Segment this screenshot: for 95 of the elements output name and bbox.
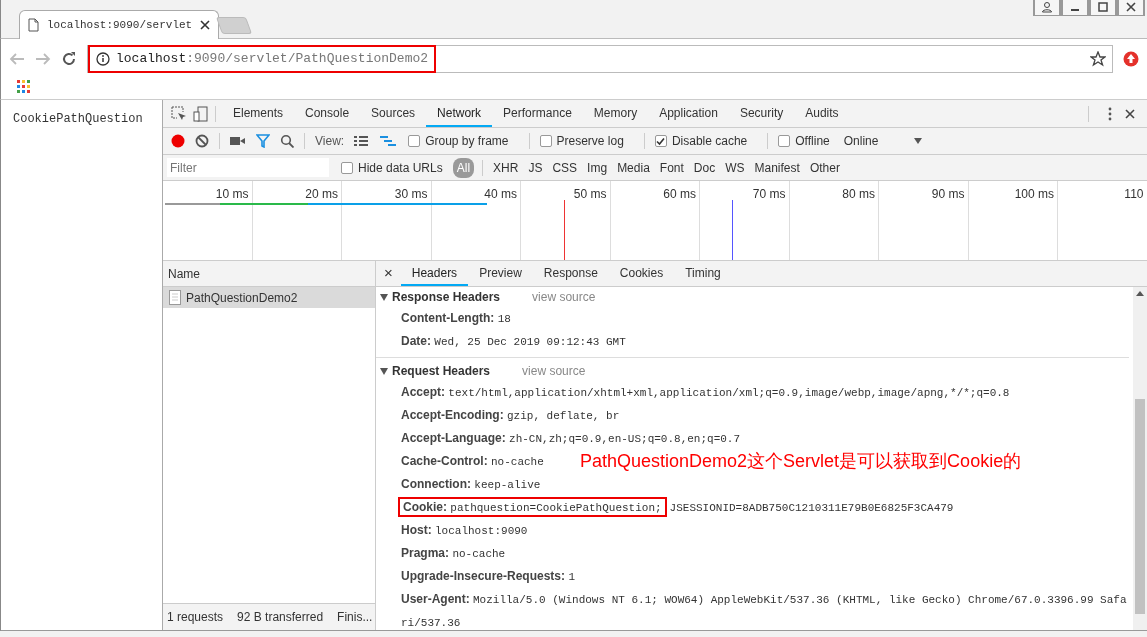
page-text: CookiePathQuestion <box>13 111 144 128</box>
type-filter[interactable]: Media <box>613 157 654 178</box>
checkmark-icon <box>656 136 666 146</box>
user-icon[interactable] <box>1041 1 1053 13</box>
header-line: Accept: text/html,application/xhtml+xml,application/xml;q=0.9,image/webp,image/apng,*/*;q=0.8 <box>401 385 1010 399</box>
header-line: Host: localhost:9090 <box>401 523 528 537</box>
type-filter[interactable]: WS <box>721 157 749 178</box>
close-icon[interactable] <box>1125 108 1135 119</box>
status-text: 1 requests <box>167 609 224 626</box>
type-filter[interactable]: Doc <box>689 157 720 178</box>
timeline-tick: 50 ms <box>573 187 607 201</box>
request-row[interactable]: PathQuestionDemo2 <box>163 287 375 308</box>
filter-icon[interactable] <box>256 134 270 148</box>
timeline-tick: 40 ms <box>484 187 517 201</box>
document-icon <box>169 290 181 305</box>
timeline-tick: 60 ms <box>663 187 696 201</box>
hide-data-urls-checkbox[interactable]: Hide data URLs <box>341 158 443 177</box>
detail-tab[interactable]: Headers <box>400 261 469 286</box>
reload-icon[interactable] <box>61 50 77 67</box>
throttling-dropdown[interactable]: Online <box>843 132 923 150</box>
status-text: Finis... <box>337 609 373 626</box>
browser-tab[interactable]: localhost:9090/servlet <box>19 10 219 39</box>
section-header[interactable]: Request Headers view source <box>380 361 1129 381</box>
detail-tab[interactable]: Cookies <box>608 261 675 286</box>
timeline-tick: 80 ms <box>842 187 875 201</box>
type-filter[interactable]: Other <box>805 157 844 178</box>
close-icon[interactable] <box>1125 1 1137 13</box>
timeline-tick: 20 ms <box>305 187 338 201</box>
type-filter[interactable]: JS <box>524 157 547 178</box>
option-checkbox[interactable]: Disable cache <box>654 132 748 150</box>
filter-field[interactable]: Filter <box>167 158 329 177</box>
header-line: Upgrade-Insecure-Requests: 1 <box>401 569 575 583</box>
tab-title: localhost:9090/servlet <box>47 17 193 33</box>
timeline-tick: 90 ms <box>931 187 965 201</box>
record-icon[interactable] <box>171 134 185 148</box>
header-value: JSESSIONID=8ADB750C1210311E79B0E6825F3CA479 <box>669 502 954 514</box>
timeline-tick: 70 ms <box>752 187 786 201</box>
detail-tab[interactable]: Timing <box>674 261 732 286</box>
caret-icon <box>914 138 923 144</box>
header-line: Accept-Encoding: gzip, deflate, br <box>401 408 620 422</box>
header-line: Pragma: no-cache <box>401 546 506 560</box>
header-line: Connection: keep-alive <box>401 477 541 491</box>
document-icon <box>28 18 39 32</box>
devtools-tab[interactable]: Elements <box>222 100 295 127</box>
view-label: View: <box>315 133 345 150</box>
info-icon <box>96 51 110 66</box>
timeline-tick: 10 ms <box>215 187 249 201</box>
header-line: Date: Wed, 25 Dec 2019 09:12:43 GMT <box>401 334 626 348</box>
devtools-tab[interactable]: Memory <box>582 100 649 127</box>
option-checkbox[interactable]: Offline <box>778 132 830 150</box>
section-header[interactable]: Response Headers view source <box>380 287 1129 307</box>
timeline-tick: 110 <box>1124 187 1144 201</box>
annotation-text: PathQuestionDemo2这个Servlet是可以获取到Cookie的 <box>580 450 1022 472</box>
camera-icon[interactable] <box>230 135 246 147</box>
apps-icon[interactable] <box>17 80 30 93</box>
list-view-icon[interactable] <box>354 135 369 147</box>
maximize-icon[interactable] <box>1097 1 1109 13</box>
header-line: Accept-Language: zh-CN,zh;q=0.9,en-US;q=0.8,en;q=0.7 <box>401 431 741 445</box>
detail-tab[interactable]: Response <box>532 261 609 286</box>
timeline-tick: 100 ms <box>1014 187 1054 201</box>
detail-tab[interactable]: Preview <box>468 261 533 286</box>
header-line: Content-Length: 18 <box>401 311 511 325</box>
type-filter[interactable]: CSS <box>548 157 582 178</box>
header-line: Cookie: pathquestion=CookiePathQuestion; <box>401 500 664 514</box>
timeline-tick: 30 ms <box>394 187 428 201</box>
type-filter[interactable]: Img <box>583 157 612 178</box>
option-checkbox[interactable]: Preserve log <box>539 132 624 150</box>
devtools-tab[interactable]: Security <box>728 100 795 127</box>
type-filter[interactable]: Manifest <box>750 157 804 178</box>
expand-triangle-icon <box>380 367 388 375</box>
header-line: User-Agent: Mozilla/5.0 (Windows NT 6.1; WOW64) AppleWebKit/537.36 (KHTML, like Gecko) Chrome/67.0.3396.99 Safari/537.36 <box>401 592 1127 629</box>
expand-triangle-icon <box>380 293 388 301</box>
devtools-tab[interactable]: Performance <box>492 100 583 127</box>
devtools-tab[interactable]: Audits <box>794 100 850 127</box>
devtools-tab[interactable]: Application <box>648 100 729 127</box>
scroll-up-icon[interactable] <box>1136 291 1144 296</box>
inspect-icon[interactable] <box>171 105 187 122</box>
type-filter[interactable]: Font <box>655 157 688 178</box>
column-header[interactable]: Name <box>163 261 375 287</box>
search-icon[interactable] <box>280 134 294 148</box>
status-text: 92 B transferred <box>237 609 324 626</box>
star-icon[interactable] <box>1090 50 1106 67</box>
devtools-tab[interactable]: Console <box>294 100 361 127</box>
option-checkbox[interactable]: Group by frame <box>408 132 509 150</box>
more-icon[interactable] <box>1107 106 1113 121</box>
extension-icon[interactable] <box>1123 50 1139 67</box>
close-button[interactable]: × <box>376 262 401 285</box>
close-icon[interactable] <box>200 20 211 30</box>
type-filter[interactable]: XHR <box>489 157 523 178</box>
header-line: Cache-Control: no-cache <box>401 454 544 468</box>
devtools-tab[interactable]: Sources <box>360 100 427 127</box>
waterfall-view-icon[interactable] <box>380 135 397 147</box>
device-icon[interactable] <box>193 105 209 122</box>
clear-icon[interactable] <box>195 134 209 148</box>
scrollbar-thumb[interactable] <box>1135 399 1145 614</box>
